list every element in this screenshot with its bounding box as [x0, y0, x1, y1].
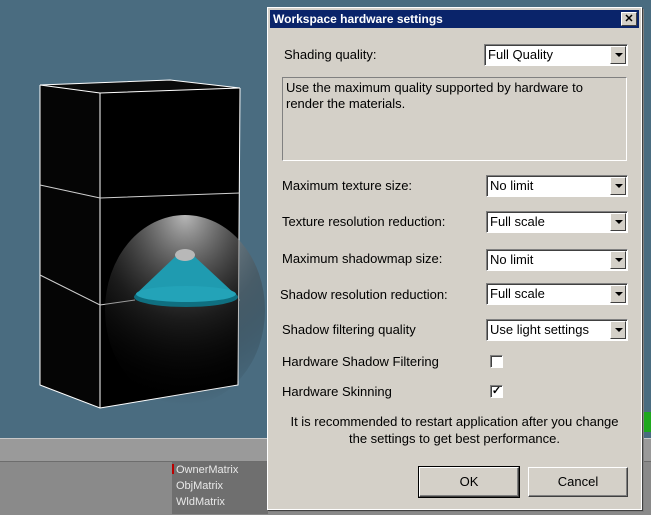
shadow-resolution-value: Full scale: [490, 286, 545, 301]
chevron-down-icon[interactable]: [610, 213, 626, 231]
shading-quality-label: Shading quality:: [284, 47, 377, 62]
box-left-face: [40, 85, 100, 408]
shadow-resolution-label: Shadow resolution reduction:: [280, 287, 448, 302]
list-item[interactable]: ObjMatrix: [172, 478, 268, 494]
matrix-list[interactable]: OwnerMatrix ObjMatrix WldMatrix: [172, 462, 268, 514]
restart-note: It is recommended to restart application…: [290, 414, 619, 446]
hw-shadow-filtering-label: Hardware Shadow Filtering: [282, 354, 439, 369]
chevron-down-icon[interactable]: [610, 285, 626, 303]
shadow-filtering-select[interactable]: Use light settings: [486, 319, 628, 341]
list-item[interactable]: WldMatrix: [172, 494, 268, 510]
max-texture-size-select[interactable]: No limit: [486, 175, 628, 197]
status-indicator: [644, 412, 651, 432]
texture-resolution-select[interactable]: Full scale: [486, 211, 628, 233]
dialog-titlebar[interactable]: Workspace hardware settings ✕: [270, 10, 639, 28]
chevron-down-icon[interactable]: [610, 321, 626, 339]
shadow-resolution-select[interactable]: Full scale: [486, 283, 628, 305]
light-glow: [105, 215, 265, 405]
quality-description: Use the maximum quality supported by har…: [282, 77, 627, 161]
dialog-title: Workspace hardware settings: [273, 12, 443, 26]
max-texture-size-value: No limit: [490, 178, 534, 193]
selection-mark: [172, 464, 174, 474]
close-button[interactable]: ✕: [621, 12, 637, 26]
shading-quality-value: Full Quality: [488, 47, 554, 62]
hardware-settings-dialog: Workspace hardware settings ✕ Shading qu…: [267, 7, 642, 510]
hw-skinning-label: Hardware Skinning: [282, 384, 392, 399]
max-shadowmap-size-value: No limit: [490, 252, 534, 267]
max-shadowmap-size-label: Maximum shadowmap size:: [282, 251, 443, 266]
close-icon: ✕: [624, 13, 634, 25]
shadow-filtering-label: Shadow filtering quality: [282, 322, 416, 337]
checkmark-icon: ✓: [491, 385, 502, 397]
shading-quality-select[interactable]: Full Quality: [484, 44, 628, 66]
chevron-down-icon[interactable]: [610, 177, 626, 195]
cancel-button[interactable]: Cancel: [528, 467, 628, 497]
lamp-bulb: [175, 249, 195, 261]
list-item[interactable]: OwnerMatrix: [172, 462, 268, 478]
ok-button[interactable]: OK: [418, 466, 520, 498]
hw-shadow-filtering-checkbox[interactable]: [490, 355, 503, 368]
chevron-down-icon[interactable]: [610, 46, 626, 64]
texture-resolution-label: Texture resolution reduction:: [282, 214, 446, 229]
chevron-down-icon[interactable]: [610, 251, 626, 269]
max-texture-size-label: Maximum texture size:: [282, 178, 413, 193]
max-shadowmap-size-select[interactable]: No limit: [486, 249, 628, 271]
hw-skinning-checkbox[interactable]: ✓: [490, 385, 503, 398]
shadow-filtering-value: Use light settings: [490, 322, 589, 337]
texture-resolution-value: Full scale: [490, 214, 545, 229]
